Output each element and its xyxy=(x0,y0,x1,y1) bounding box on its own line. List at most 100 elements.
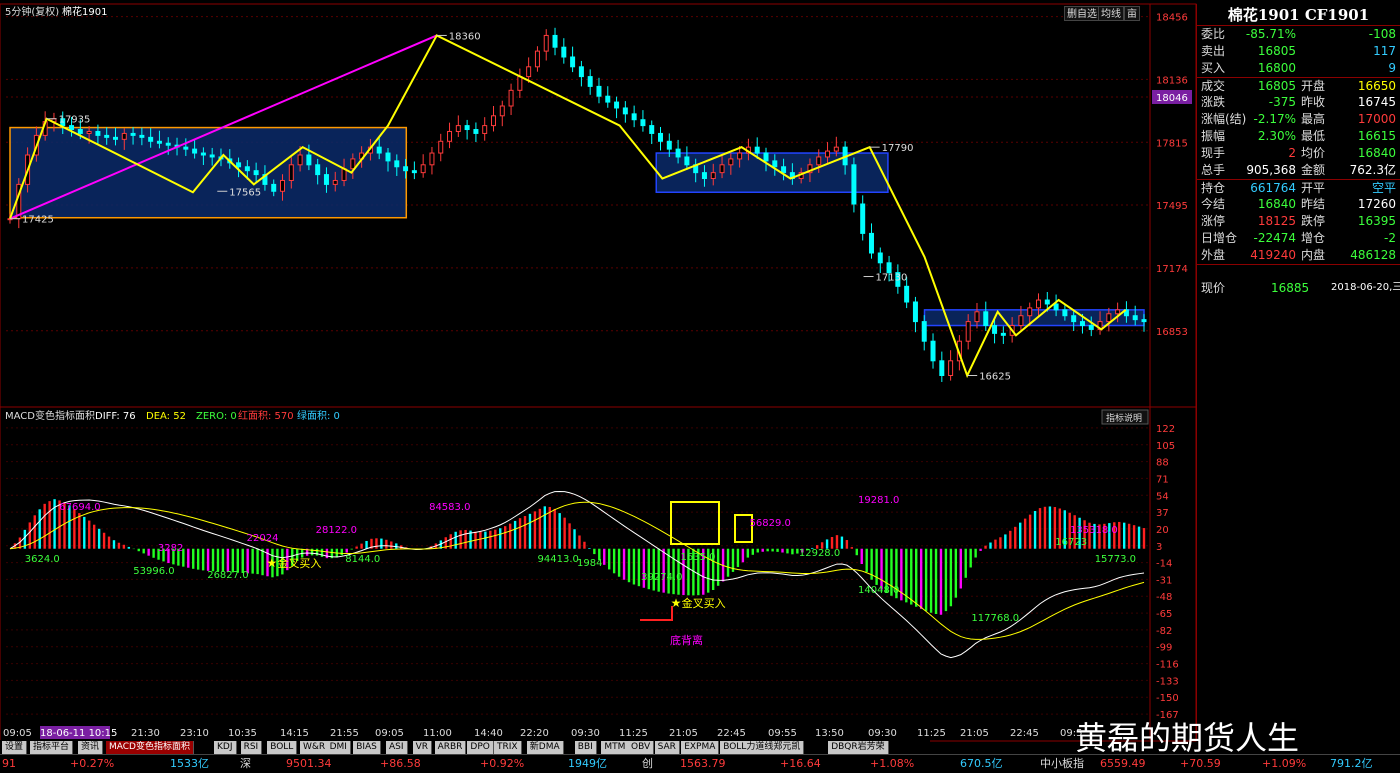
quote-row: 涨幅(结) -2.17% 最高 17000 xyxy=(1197,111,1400,128)
macd-tick: -31 xyxy=(1156,575,1172,586)
quote-label-2: 金额 xyxy=(1301,163,1326,177)
quote-value: -2.17% xyxy=(1253,112,1296,126)
indicator-tab[interactable]: VR xyxy=(412,741,433,754)
candle-body xyxy=(332,179,338,185)
status-item: 9501.34 xyxy=(286,757,332,770)
quote-label: 涨幅(结) xyxy=(1201,112,1247,126)
indicator-tab[interactable]: DMI xyxy=(326,741,351,754)
candle-body xyxy=(1053,303,1059,311)
indicator-tab[interactable]: MTM xyxy=(601,741,630,754)
candle-body xyxy=(578,66,584,78)
now-label: 现价 xyxy=(1201,281,1226,295)
quote-value-2: 16840 xyxy=(1357,146,1396,160)
indicator-tab[interactable]: DPO xyxy=(467,741,494,754)
candle-body xyxy=(596,85,602,97)
period-label: 5分钟(复权) xyxy=(5,5,59,18)
indicator-tab[interactable]: 新DMA xyxy=(526,741,564,754)
window-button[interactable]: 亩 xyxy=(1124,6,1140,21)
quote-value: 661764 xyxy=(1250,181,1296,195)
candle-body xyxy=(1106,313,1112,323)
indicator-tab[interactable]: ASI xyxy=(386,741,408,754)
time-tick: 14:15 xyxy=(280,728,309,739)
candle-body xyxy=(130,132,136,136)
macd-area-label: 28122.0 xyxy=(316,525,357,536)
time-tick: 13:50 xyxy=(815,728,844,739)
quote-label: 持仓 xyxy=(1201,181,1226,195)
moving-average-button[interactable]: 均线 xyxy=(1098,6,1124,21)
indicator-tab[interactable]: BBI xyxy=(574,741,597,754)
candle-body xyxy=(666,140,672,150)
quote-value-2: 17000 xyxy=(1357,112,1396,126)
quote-row: 振幅 2.30% 最低 16615 xyxy=(1197,128,1400,145)
indicator-tab[interactable]: BOLL xyxy=(267,741,298,754)
divergence-label: 底背离 xyxy=(670,633,703,647)
quote-value-2: 16650 xyxy=(1357,79,1396,93)
quote-label-2: 增仓 xyxy=(1301,231,1326,245)
time-tick: 21:30 xyxy=(131,728,160,739)
macd-tick: 54 xyxy=(1156,491,1169,502)
candle-body xyxy=(1115,309,1121,315)
candle-body xyxy=(640,119,646,127)
quote-value-2: 16615 xyxy=(1357,129,1396,143)
indicator-tab[interactable]: RSI xyxy=(240,741,263,754)
indicator-tab[interactable]: BIAS xyxy=(353,741,381,754)
macd-tick: 122 xyxy=(1156,424,1175,435)
macd-tick: -48 xyxy=(1156,592,1172,603)
quote-row: 委比 -85.71% -108 xyxy=(1197,26,1400,43)
quote-label-2: 昨收 xyxy=(1301,95,1326,109)
candle-body xyxy=(983,311,989,327)
candle-body xyxy=(561,46,567,58)
quote-rows: 委比 -85.71% -108 卖出 16805 117 买入 16800 9 成交 16805 开盘… xyxy=(1197,26,1400,264)
indicator-tab[interactable]: KDJ xyxy=(214,741,237,754)
quote-value-2: 117 xyxy=(1373,44,1396,58)
quote-row: 持仓 661764 开平 空平 xyxy=(1197,179,1400,196)
quote-value-2: -108 xyxy=(1368,27,1396,41)
macd-area-label: 3282 xyxy=(158,543,183,554)
quote-value-2: 9 xyxy=(1388,61,1396,75)
quote-value: 2.30% xyxy=(1257,129,1296,143)
indicator-tab[interactable]: EXPMA xyxy=(681,741,720,754)
macd-help-button[interactable]: 指标说明 xyxy=(1106,412,1142,424)
quote-value: 18125 xyxy=(1257,214,1296,228)
candle-body xyxy=(534,50,540,68)
candle-body xyxy=(1062,309,1068,317)
candle-body xyxy=(614,101,620,109)
remove-watchlist-button[interactable]: 删自选 xyxy=(1064,6,1100,21)
indicator-tab[interactable]: OBV xyxy=(628,741,655,754)
candle-body xyxy=(1088,325,1094,330)
quote-value: 16840 xyxy=(1257,197,1296,211)
candle-body xyxy=(939,360,945,376)
quote-value-2: -2 xyxy=(1384,231,1396,245)
indicator-tab[interactable]: MACD变色指标面积 xyxy=(106,741,194,754)
indicator-tab[interactable]: W&R xyxy=(300,741,330,754)
indicator-tab[interactable]: BOLL力道线郑元凯 xyxy=(720,741,805,754)
pivot-label: 17565 xyxy=(229,187,261,198)
quote-label: 涨停 xyxy=(1201,214,1226,228)
candle-body xyxy=(244,166,250,172)
status-item: +1.08% xyxy=(870,757,915,770)
indicator-tab[interactable]: 资讯 xyxy=(78,741,104,754)
candle-body xyxy=(429,152,435,166)
chart-canvas[interactable]: 5分钟(复权)棉花1901 18456 18136 18046 17815 17495 17… xyxy=(0,0,1400,773)
indicator-tab[interactable]: 设置 xyxy=(2,741,28,754)
quote-value-2: 16395 xyxy=(1357,214,1396,228)
indicator-tab[interactable]: ARBR xyxy=(434,741,467,754)
candle-body xyxy=(719,164,725,174)
candle-body xyxy=(473,129,479,134)
time-tick: 11:00 xyxy=(423,728,452,739)
quote-label: 委比 xyxy=(1201,27,1226,41)
macd-area-label: 84583.0 xyxy=(429,502,470,513)
indicator-tab[interactable]: DBQR岩芳荣 xyxy=(828,741,889,754)
candle-body xyxy=(948,360,954,376)
macd-area-label: 19281.0 xyxy=(858,495,899,506)
indicator-tab[interactable]: 指标平台 xyxy=(30,741,74,754)
quote-value-2: 486128 xyxy=(1350,248,1396,262)
candle-body xyxy=(886,262,892,274)
candle-body xyxy=(570,56,576,68)
candle-body xyxy=(517,76,523,91)
candle-body xyxy=(622,107,628,115)
candle-body xyxy=(86,130,92,134)
indicator-tab[interactable]: SAR xyxy=(654,741,680,754)
indicator-tab[interactable]: TRIX xyxy=(494,741,522,754)
candle-body xyxy=(904,285,910,303)
